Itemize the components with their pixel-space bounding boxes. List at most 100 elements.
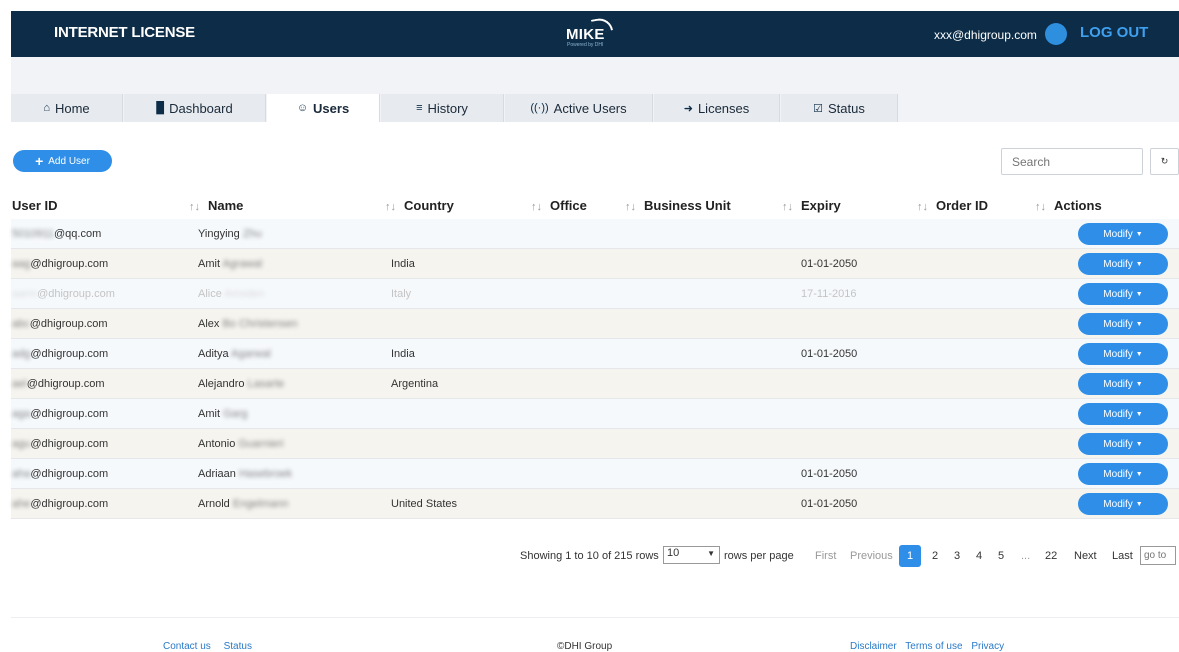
- column-user-id[interactable]: User ID: [12, 198, 58, 213]
- add-user-button[interactable]: + Add User: [13, 150, 112, 172]
- tab-label: Status: [828, 100, 865, 116]
- users-table-body: 5010911@qq.com Yingying Zhu Modify ▼ aag@dhi…: [11, 219, 1179, 519]
- privacy-link[interactable]: Privacy: [971, 641, 1004, 652]
- cell-name: Yingying Zhu: [198, 228, 262, 240]
- tags-icon: ➜: [683, 102, 693, 115]
- modify-button[interactable]: Modify ▼: [1078, 433, 1168, 455]
- tab-users[interactable]: ☺ Users: [267, 94, 380, 122]
- rows-per-page-select[interactable]: 10 ▼: [663, 546, 720, 564]
- plus-icon: +: [35, 153, 44, 169]
- cell-expiry: 01-01-2050: [801, 468, 858, 480]
- signal-icon: ((·)): [530, 102, 549, 114]
- cell-name: Antonio Guarnieri: [198, 438, 284, 450]
- page-link[interactable]: 3: [954, 550, 960, 562]
- redacted-last-name: Guarnieri: [238, 438, 284, 450]
- sort-icon: ↑↓: [625, 201, 636, 213]
- top-navbar: INTERNET LICENSE MIKE Powered by DHI xxx…: [11, 11, 1179, 57]
- page-link[interactable]: 5: [998, 550, 1004, 562]
- modify-button[interactable]: Modify ▼: [1078, 283, 1168, 305]
- tab-licenses[interactable]: ➜ Licenses: [654, 94, 780, 122]
- modify-button[interactable]: Modify ▼: [1078, 403, 1168, 425]
- page-link[interactable]: 2: [932, 550, 938, 562]
- sort-icon: ↑↓: [385, 201, 396, 213]
- column-office[interactable]: ↑↓ Office: [531, 198, 587, 213]
- cell-country: India: [391, 348, 415, 360]
- column-business-unit[interactable]: ↑↓ Business Unit: [625, 198, 731, 213]
- disclaimer-link[interactable]: Disclaimer: [850, 641, 897, 652]
- modify-button[interactable]: Modify ▼: [1078, 463, 1168, 485]
- redacted-user-prefix: aag: [12, 258, 31, 270]
- add-user-label: Add User: [48, 155, 90, 167]
- tab-status[interactable]: ☑ Status: [781, 94, 898, 122]
- modify-button[interactable]: Modify ▼: [1078, 253, 1168, 275]
- redacted-user-prefix: aha: [12, 468, 31, 480]
- user-icon: ☺: [296, 102, 309, 114]
- cell-user-id: ael@dhigroup.com: [12, 378, 105, 390]
- search-input[interactable]: [1001, 148, 1143, 175]
- column-country[interactable]: ↑↓ Country: [385, 198, 454, 213]
- redacted-user-prefix: adg: [12, 348, 31, 360]
- avatar[interactable]: [1045, 23, 1067, 45]
- caret-down-icon: ▼: [1135, 350, 1143, 358]
- terms-of-use-link[interactable]: Terms of use: [905, 641, 962, 652]
- caret-down-icon: ▼: [1135, 470, 1143, 478]
- footer-right-links: Disclaimer Terms of use Privacy: [850, 641, 1014, 652]
- cell-name: Adriaan Hasebroek: [198, 468, 293, 480]
- modify-button[interactable]: Modify ▼: [1078, 343, 1168, 365]
- column-expiry[interactable]: ↑↓ Expiry: [782, 198, 841, 213]
- caret-down-icon: ▼: [1135, 320, 1143, 328]
- sort-icon: ↑↓: [1035, 201, 1046, 213]
- page-link[interactable]: 22: [1045, 550, 1057, 562]
- last-page-link[interactable]: Last: [1112, 550, 1133, 562]
- cell-country: Argentina: [391, 378, 439, 390]
- cell-user-id: agu@dhigroup.com: [12, 438, 109, 450]
- previous-page-link[interactable]: Previous: [850, 550, 893, 562]
- cell-user-id: aha@dhigroup.com: [12, 468, 109, 480]
- caret-down-icon: ▼: [1135, 290, 1143, 298]
- logo-subtitle: Powered by DHI: [567, 42, 604, 48]
- modify-button[interactable]: Modify ▼: [1078, 373, 1168, 395]
- cell-user-id: ahe@dhigroup.com: [12, 498, 109, 510]
- modify-button[interactable]: Modify ▼: [1078, 313, 1168, 335]
- contact-us-link[interactable]: Contact us: [163, 641, 211, 652]
- cell-name: Arnold Engelmann: [198, 498, 289, 510]
- cell-expiry: 01-01-2050: [801, 498, 858, 510]
- table-row: agu@dhigroup.com Antonio Guarnieri Modify ▼: [11, 429, 1179, 459]
- sort-icon: ↑↓: [531, 201, 542, 213]
- cell-user-id: adg@dhigroup.com: [12, 348, 109, 360]
- column-name[interactable]: ↑↓ Name: [189, 198, 243, 213]
- caret-down-icon: ▼: [707, 549, 715, 558]
- tab-dashboard[interactable]: █ Dashboard: [124, 94, 266, 122]
- page-link[interactable]: 4: [976, 550, 982, 562]
- pagination-info: Showing 1 to 10 of 215 rows: [520, 550, 659, 562]
- refresh-button[interactable]: ↻: [1150, 148, 1179, 175]
- table-row: 5010911@qq.com Yingying Zhu Modify ▼: [11, 219, 1179, 249]
- cell-name: Alex Bo Christensen: [198, 318, 298, 330]
- copyright: ©DHI Group: [557, 641, 613, 652]
- redacted-user-prefix: 5010911: [12, 228, 55, 240]
- page-link-current[interactable]: 1: [899, 545, 921, 567]
- status-link[interactable]: Status: [224, 641, 252, 652]
- redacted-last-name: Agarwal: [231, 348, 271, 360]
- goto-page-input[interactable]: [1140, 546, 1176, 565]
- mike-logo: MIKE Powered by DHI: [564, 16, 620, 50]
- cell-name: Amit Agrawal: [198, 258, 263, 270]
- table-row: aha@dhigroup.com Adriaan Hasebroek 01-01-2…: [11, 459, 1179, 489]
- cell-name: Alejandro Lasarte: [198, 378, 285, 390]
- tab-home[interactable]: ⌂ Home: [11, 94, 123, 122]
- tab-active-users[interactable]: ((·)) Active Users: [505, 94, 653, 122]
- first-page-link[interactable]: First: [815, 550, 836, 562]
- cell-user-id: 5010911@qq.com: [12, 228, 102, 240]
- next-page-link[interactable]: Next: [1074, 550, 1097, 562]
- logout-button[interactable]: LOG OUT: [1080, 24, 1148, 41]
- table-row: abc@dhigroup.com Alex Bo Christensen Modif…: [11, 309, 1179, 339]
- tab-history[interactable]: ≡ History: [381, 94, 504, 122]
- logo-arc-icon: [590, 16, 614, 34]
- modify-button[interactable]: Modify ▼: [1078, 223, 1168, 245]
- caret-down-icon: ▼: [1135, 440, 1143, 448]
- cell-user-id: abc@dhigroup.com: [12, 318, 108, 330]
- modify-button[interactable]: Modify ▼: [1078, 493, 1168, 515]
- sort-icon: ↑↓: [782, 201, 793, 213]
- column-order-id[interactable]: ↑↓ Order ID: [917, 198, 988, 213]
- caret-down-icon: ▼: [1135, 500, 1143, 508]
